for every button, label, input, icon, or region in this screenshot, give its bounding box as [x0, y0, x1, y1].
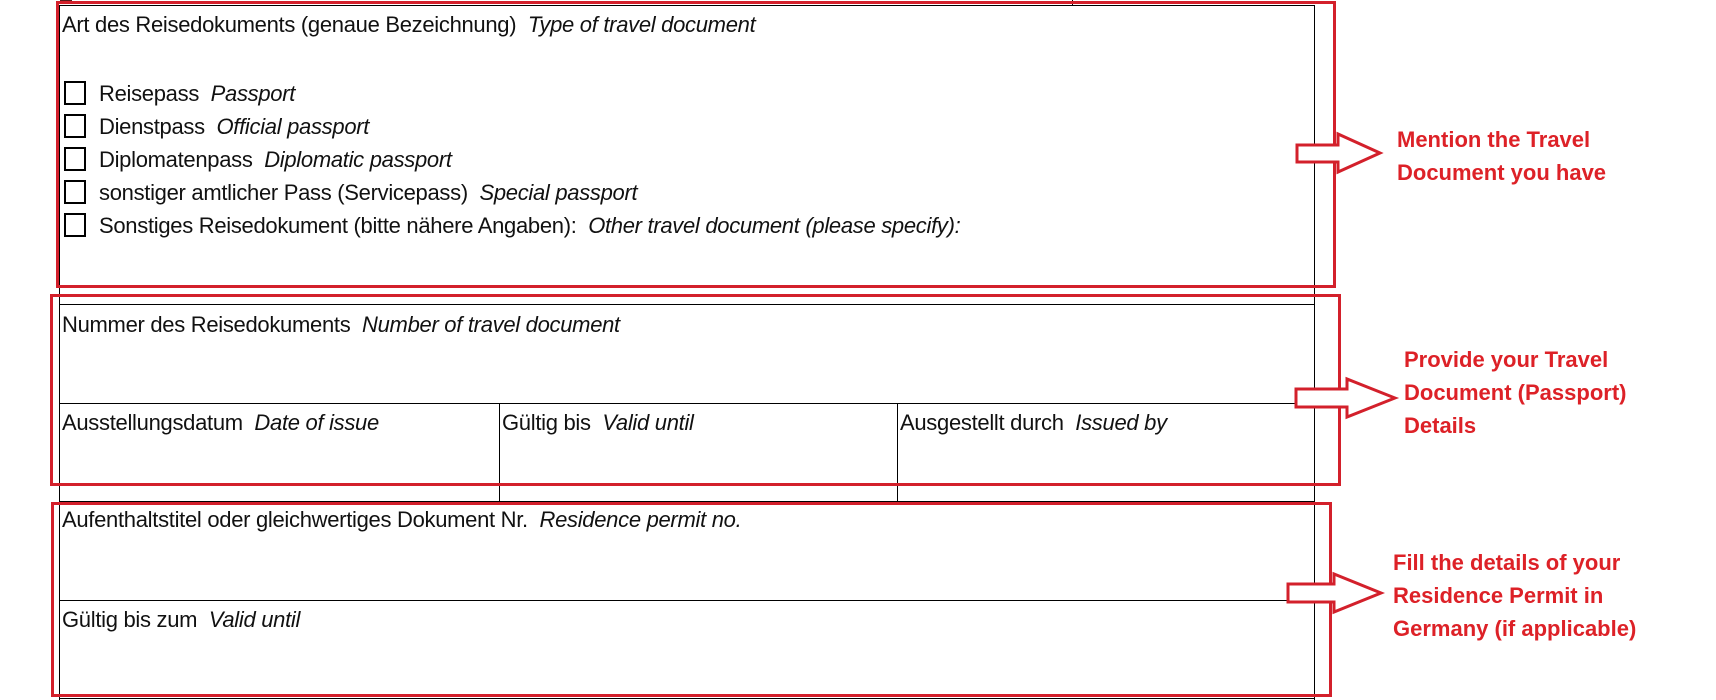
- annotation-line: Document (Passport): [1404, 380, 1627, 405]
- annotation-line: Provide your Travel: [1404, 347, 1609, 372]
- highlight-box-residence-permit: [51, 502, 1332, 697]
- highlight-box-travel-document-type: [56, 1, 1336, 288]
- arrow-right-icon: [1286, 571, 1386, 615]
- annotation-line: Details: [1404, 413, 1477, 438]
- arrow-right-icon: [1294, 376, 1400, 420]
- annotation-residence-permit: Fill the details of your Residence Permi…: [1393, 546, 1636, 645]
- form-bottom-border: [59, 698, 1315, 699]
- annotation-line: Residence Permit in: [1393, 583, 1604, 608]
- annotation-travel-document-type: Mention the Travel Document you have: [1397, 123, 1606, 189]
- highlight-box-travel-document-details: [50, 294, 1341, 486]
- annotation-line: Document you have: [1397, 160, 1607, 185]
- arrow-right-icon: [1295, 131, 1384, 175]
- annotation-line: Mention the Travel: [1397, 127, 1591, 152]
- annotation-line: Germany (if applicable): [1393, 616, 1637, 641]
- annotation-line: Fill the details of your: [1393, 550, 1621, 575]
- annotation-travel-document-details: Provide your Travel Document (Passport) …: [1404, 343, 1626, 442]
